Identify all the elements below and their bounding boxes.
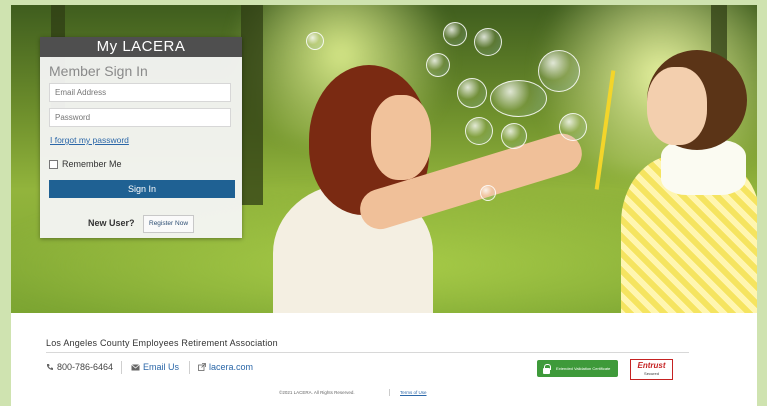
terms-of-use-link[interactable]: Terms of Use [400,390,427,395]
email-contact[interactable]: Email Us [131,362,179,372]
bubble [443,22,467,46]
entrust-sub: Secured [644,371,659,376]
separator [389,389,390,396]
phone-icon [47,364,53,370]
remember-me-row[interactable]: Remember Me [49,159,242,169]
new-user-label: New User? [88,218,135,228]
login-panel: My LACERA Member Sign In I forgot my pas… [40,37,242,238]
email-field[interactable] [49,83,231,102]
bubble [490,80,547,117]
phone-number: 800-786-6464 [57,362,114,372]
external-link-icon [198,363,206,371]
bubble [426,53,450,77]
girl-face [647,67,707,145]
entrust-brand: Entrust [637,361,666,370]
bubble [480,185,496,201]
bubble [559,113,587,141]
lock-icon [542,363,551,374]
separator [121,361,122,374]
bubble [474,28,502,56]
website-link[interactable]: lacera.com [209,362,253,372]
footer-divider [46,352,689,353]
footer: Los Angeles County Employees Retirement … [11,313,757,406]
sign-in-button[interactable]: Sign In [49,180,235,198]
brand-header: My LACERA [40,37,242,57]
remember-me-checkbox[interactable] [49,159,58,169]
register-now-button[interactable]: Register Now [143,215,195,233]
forgot-password-link[interactable]: I forgot my password [50,135,242,145]
separator [189,361,190,374]
woman-face [371,95,431,180]
page-frame: My LACERA Member Sign In I forgot my pas… [0,0,767,406]
envelope-icon [131,363,140,370]
ev-badge-label: Extended Validation Certificate [556,366,611,371]
bubble [501,123,527,149]
phone-contact: 800-786-6464 [46,362,113,372]
bubble [306,32,324,50]
bubble [457,78,487,108]
website-contact[interactable]: lacera.com [198,362,253,372]
sign-in-title: Member Sign In [49,63,148,79]
bubble [538,50,580,92]
remember-me-label: Remember Me [62,159,122,169]
email-us-link[interactable]: Email Us [143,362,179,372]
entrust-badge[interactable]: Entrust Secured [630,359,673,380]
password-field[interactable] [49,108,231,127]
bubble [465,117,493,145]
copyright-text: ©2021 LACERA. All Rights Reserved. [279,390,355,395]
tree-trunk [241,5,263,205]
org-name: Los Angeles County Employees Retirement … [46,338,278,348]
ev-certificate-badge[interactable]: Extended Validation Certificate [537,360,618,377]
